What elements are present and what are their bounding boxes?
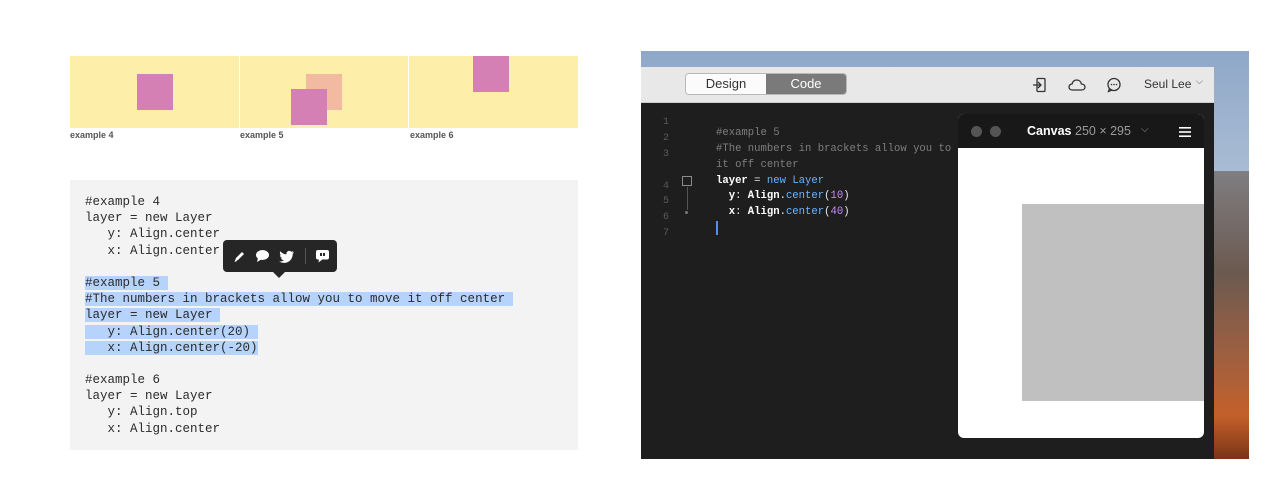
code-line[interactable]: #example 4: [85, 194, 513, 210]
toolbar-divider: [305, 248, 306, 264]
code-text: #example 4: [85, 195, 161, 209]
canvas-preview: Canvas 250 × 295 ⌵: [958, 114, 1204, 438]
cloud-icon[interactable]: [1068, 76, 1086, 94]
selected-code-text: #The numbers in brackets allow you to mo…: [85, 292, 513, 307]
selected-code-text: y: Align.center(20): [85, 324, 258, 339]
mode-switch: Design Code: [685, 73, 847, 95]
canvas-layer[interactable]: [1022, 204, 1204, 401]
code-line[interactable]: y: Align.center(20): [85, 324, 513, 340]
code-text: #example 6: [85, 373, 161, 388]
editor-line-5[interactable]: y: Align.center(10): [716, 189, 977, 205]
code-editor[interactable]: 1 2 3 4 5 6 7 #example 5 #The numbers in brack…: [641, 103, 1214, 459]
editor-code[interactable]: #example 5 #The numbers in brackets allo…: [716, 110, 977, 237]
code-text: y: Align.center: [85, 227, 221, 242]
code-line[interactable]: #example 6: [85, 372, 513, 388]
example-6-preview: [409, 56, 578, 128]
line-number: [655, 163, 669, 179]
fold-toggle-icon[interactable]: [682, 176, 692, 186]
tab-design[interactable]: Design: [686, 74, 766, 94]
editor-line-7[interactable]: [716, 221, 977, 237]
example-5-caption: example 5: [240, 130, 284, 140]
editor-line-4[interactable]: layer = new Layer: [716, 174, 977, 190]
editor-line-3[interactable]: #The numbers in brackets allow you to mo…: [716, 142, 977, 158]
chevron-down-icon[interactable]: ⌵: [1196, 76, 1203, 87]
selected-code-text: #example 5: [85, 275, 168, 290]
line-number: 6: [662, 212, 669, 224]
example-4-layer: [137, 74, 173, 110]
user-name[interactable]: Seul Lee: [1144, 77, 1191, 91]
wallpaper-mountain: [1209, 171, 1249, 459]
canvas-header: Canvas 250 × 295 ⌵: [958, 114, 1204, 148]
line-number: 3: [662, 148, 669, 160]
comment-quote-icon[interactable]: [313, 247, 331, 265]
canvas-title: Canvas: [1027, 124, 1072, 138]
code-text: x: Align.center: [85, 421, 221, 436]
example-5-layer-offset: [291, 89, 327, 125]
selected-code-text: layer = new Layer: [85, 308, 221, 323]
code-line[interactable]: layer = new Layer: [85, 210, 513, 226]
canvas-close-dot[interactable]: [971, 126, 982, 137]
code-line[interactable]: layer = new Layer: [85, 307, 513, 323]
code-line[interactable]: x: Align.center(-20): [85, 340, 513, 356]
title-bar: Design Code Seul Lee ⌵: [641, 67, 1214, 103]
code-text: layer = new Layer: [85, 211, 213, 226]
editor-line-1[interactable]: [716, 110, 977, 126]
editor-line-6[interactable]: x: Align.center(40): [716, 205, 977, 221]
desktop-wallpaper: Design Code Seul Lee ⌵ 1234567 #example: [641, 51, 1249, 459]
example-previews: [70, 56, 578, 128]
canvas-size[interactable]: 250 × 295: [1075, 124, 1131, 138]
app-window: Design Code Seul Lee ⌵ 1234567 #example: [641, 67, 1214, 459]
example-4-preview: [70, 56, 239, 128]
pencil-icon[interactable]: [230, 247, 248, 265]
example-5-preview: [240, 56, 408, 128]
code-line[interactable]: y: Align.top: [85, 404, 513, 420]
fold-guide: [687, 187, 688, 210]
share-exit-icon[interactable]: [1031, 76, 1049, 94]
line-number: 2: [662, 132, 669, 144]
code-line[interactable]: #example 5: [85, 275, 513, 291]
example-6-caption: example 6: [410, 130, 454, 140]
tab-code[interactable]: Code: [766, 74, 846, 94]
hamburger-menu-icon[interactable]: [1179, 125, 1191, 137]
canvas-minimize-dot[interactable]: [990, 126, 1001, 137]
chat-bubble-icon[interactable]: [1105, 76, 1123, 94]
code-snippet[interactable]: #example 4 layer = new Layer y: Align.cen…: [70, 180, 578, 450]
fold-end-marker: [685, 211, 688, 214]
code-line[interactable]: [85, 356, 513, 372]
editor-line-3-wrap[interactable]: it off center: [716, 158, 977, 174]
line-number: 7: [662, 228, 669, 240]
twitter-bird-icon[interactable]: [278, 247, 296, 265]
code-text: y: Align.top: [85, 405, 198, 420]
line-number: 5: [662, 196, 669, 208]
code-line[interactable]: layer = new Layer: [85, 388, 513, 404]
line-number: 4: [662, 180, 669, 192]
selection-share-toolbar: [223, 240, 337, 278]
editor-line-2[interactable]: #example 5: [716, 126, 977, 142]
example-4-caption: example 4: [70, 130, 114, 140]
code-line[interactable]: #The numbers in brackets allow you to mo…: [85, 291, 513, 307]
line-number-gutter: 1 2 3 4 5 6 7: [655, 115, 669, 242]
code-line[interactable]: x: Align.center: [85, 421, 513, 437]
selected-code-text: x: Align.center(-20): [85, 340, 258, 355]
text-cursor: [716, 221, 718, 236]
speech-bubble-icon[interactable]: [253, 247, 271, 265]
example-6-layer: [473, 56, 509, 92]
code-text: x: Align.center: [85, 243, 221, 258]
code-lines[interactable]: #example 4 layer = new Layer y: Align.cen…: [85, 194, 513, 437]
chevron-down-icon[interactable]: ⌵: [1141, 124, 1149, 135]
code-text: layer = new Layer: [85, 389, 213, 404]
line-number: 1: [662, 117, 669, 128]
